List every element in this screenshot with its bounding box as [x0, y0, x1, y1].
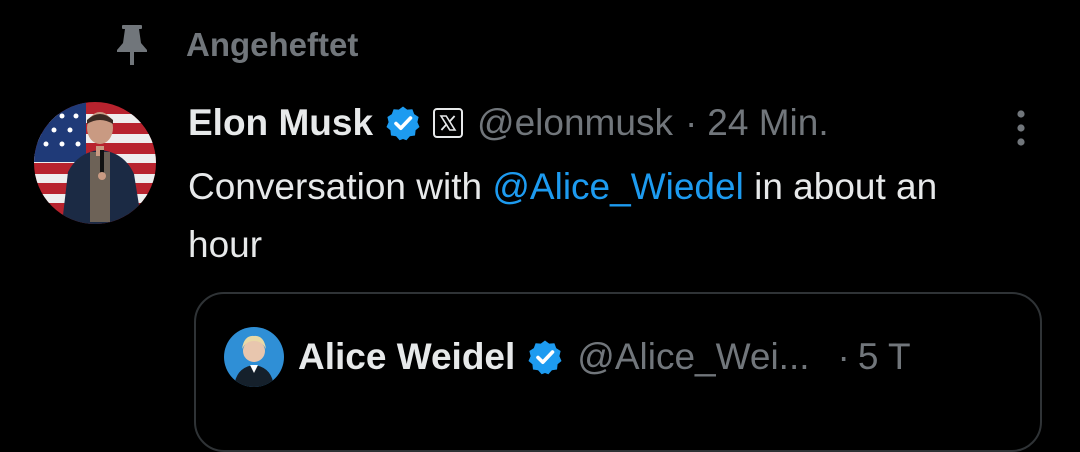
author-avatar[interactable]	[34, 102, 156, 224]
tweet-header: Elon Musk @elonmusk · 24 Min.	[188, 96, 988, 150]
separator-dot: ·	[837, 336, 850, 377]
tweet-text: Conversation with @Alice_Wiedel in about…	[188, 158, 968, 274]
mention-link[interactable]: @Alice_Wiedel	[492, 166, 743, 207]
pinned-indicator: Angeheftet	[112, 22, 358, 68]
author-name[interactable]: Elon Musk	[188, 102, 373, 144]
verified-badge-icon[interactable]	[527, 339, 563, 375]
pinned-label: Angeheftet	[186, 26, 359, 63]
quoted-author-name[interactable]: Alice Weidel	[298, 336, 515, 378]
quoted-tweet-header: Alice Weidel @Alice_Wei... · 5 T	[224, 324, 911, 390]
author-handle[interactable]: @elonmusk	[477, 102, 673, 144]
quoted-author-handle[interactable]: @Alice_Wei...	[577, 336, 809, 378]
pin-icon	[112, 22, 152, 68]
x-logo-icon[interactable]	[433, 108, 464, 138]
verified-badge-icon[interactable]	[385, 105, 421, 141]
quoted-tweet-timestamp[interactable]: 5 T	[858, 336, 911, 378]
separator-dot: ·	[684, 102, 698, 143]
quoted-author-avatar[interactable]	[224, 327, 284, 387]
tweet-text-part: Conversation with	[188, 166, 493, 207]
tweet-timestamp[interactable]: 24 Min.	[707, 102, 828, 144]
quoted-tweet-card[interactable]: Alice Weidel @Alice_Wei... · 5 T	[194, 292, 1042, 452]
more-vertical-icon[interactable]	[1006, 108, 1036, 148]
